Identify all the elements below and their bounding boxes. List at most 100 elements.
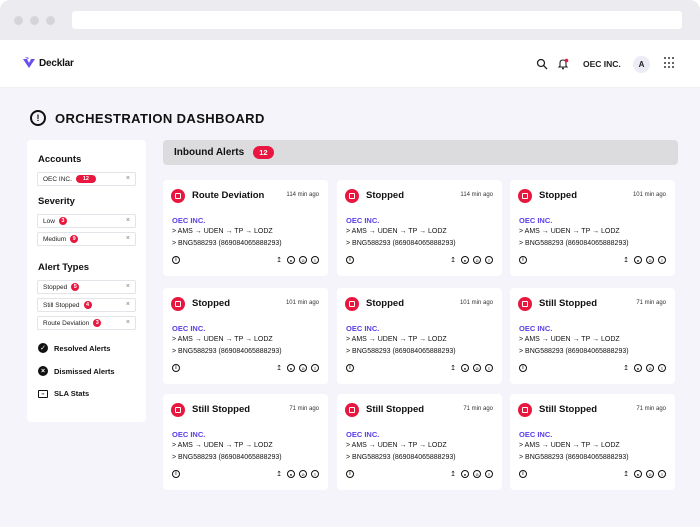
comment-icon[interactable]: ≡ <box>311 470 319 478</box>
remove-icon[interactable]: × <box>126 235 130 242</box>
comment-icon[interactable]: ≡ <box>311 256 319 264</box>
filter-chip-still-stopped[interactable]: Still Stopped 4 × <box>37 298 136 312</box>
filter-chip-account[interactable]: OEC INC. 12 × <box>37 172 136 186</box>
comment-icon[interactable]: ≡ <box>658 256 666 264</box>
alert-card[interactable]: Stopped 101 min ago OEC INC. > AMS → UDE… <box>510 180 675 276</box>
page-title-text: ORCHESTRATION DASHBOARD <box>55 110 265 126</box>
escalate-icon[interactable]: ↥ <box>275 470 283 478</box>
info-icon[interactable]: i <box>346 470 354 478</box>
alert-card[interactable]: Still Stopped 71 min ago OEC INC. > AMS … <box>510 394 675 490</box>
card-actions: ↥ ● ⊘ ≡ <box>449 364 493 372</box>
dismiss-icon[interactable]: ⊘ <box>473 256 481 264</box>
alert-card[interactable]: Still Stopped 71 min ago OEC INC. > AMS … <box>510 288 675 384</box>
alert-card[interactable]: Route Deviation 114 min ago OEC INC. > A… <box>163 180 328 276</box>
escalate-icon[interactable]: ↥ <box>622 470 630 478</box>
window-dot <box>46 16 55 25</box>
escalate-icon[interactable]: ↥ <box>275 364 283 372</box>
count-badge: 5 <box>71 283 80 291</box>
info-icon[interactable]: i <box>519 256 527 264</box>
alert-type-icon <box>518 189 532 203</box>
count-badge: 3 <box>58 217 67 225</box>
info-icon[interactable]: i <box>346 256 354 264</box>
info-icon[interactable]: i <box>172 470 180 478</box>
info-icon[interactable]: i <box>172 364 180 372</box>
resolve-icon[interactable]: ● <box>461 364 469 372</box>
escalate-icon[interactable]: ↥ <box>449 470 457 478</box>
resolve-icon[interactable]: ● <box>461 256 469 264</box>
alert-time: 114 min ago <box>286 192 319 198</box>
alert-route: > AMS → UDEN → TP → LODZ <box>172 442 273 449</box>
link-label: Resolved Alerts <box>54 343 111 353</box>
count-badge: 3 <box>93 319 102 327</box>
alert-time: 114 min ago <box>460 192 493 198</box>
resolve-icon[interactable]: ● <box>634 364 642 372</box>
bell-icon[interactable] <box>557 58 569 70</box>
apps-grid-icon[interactable] <box>664 57 676 69</box>
comment-icon[interactable]: ≡ <box>311 364 319 372</box>
filter-chip-severity-medium[interactable]: Medium 9 × <box>37 232 136 246</box>
dismiss-icon[interactable]: ⊘ <box>299 470 307 478</box>
search-icon[interactable] <box>536 58 548 70</box>
alert-card[interactable]: Stopped 101 min ago OEC INC. > AMS → UDE… <box>337 288 502 384</box>
filter-chip-route-deviation[interactable]: Route Deviation 3 × <box>37 316 136 330</box>
resolve-icon[interactable]: ● <box>634 470 642 478</box>
escalate-icon[interactable]: ↥ <box>622 364 630 372</box>
alert-route: > AMS → UDEN → TP → LODZ <box>346 336 447 343</box>
inbound-alerts-label: Inbound Alerts <box>174 147 245 158</box>
count-badge: 9 <box>70 235 79 243</box>
alert-time: 101 min ago <box>632 192 666 198</box>
resolve-icon[interactable]: ● <box>287 470 295 478</box>
alert-device: > BNG588293 (869084065888293) <box>172 454 282 461</box>
info-icon[interactable]: i <box>346 364 354 372</box>
resolve-icon[interactable]: ● <box>287 364 295 372</box>
dismissed-alerts-link[interactable]: × Dismissed Alerts <box>38 366 115 376</box>
alert-type-icon <box>518 297 532 311</box>
resolve-icon[interactable]: ● <box>634 256 642 264</box>
window-dot <box>30 16 39 25</box>
alert-card[interactable]: Stopped 101 min ago OEC INC. > AMS → UDE… <box>163 288 328 384</box>
alert-title: Stopped <box>539 190 577 201</box>
comment-icon[interactable]: ≡ <box>658 364 666 372</box>
brand-logo[interactable]: Decklar <box>22 57 74 69</box>
alert-device: > BNG588293 (869084065888293) <box>346 348 456 355</box>
dismiss-icon[interactable]: ⊘ <box>646 256 654 264</box>
sla-stats-link[interactable]: ▪▪ SLA Stats <box>38 389 89 398</box>
dismiss-icon[interactable]: ⊘ <box>473 364 481 372</box>
alert-route: > AMS → UDEN → TP → LODZ <box>519 442 620 449</box>
escalate-icon[interactable]: ↥ <box>275 256 283 264</box>
dismiss-icon[interactable]: ⊘ <box>646 470 654 478</box>
dismiss-icon[interactable]: ⊘ <box>299 364 307 372</box>
resolve-icon[interactable]: ● <box>287 256 295 264</box>
resolve-icon[interactable]: ● <box>461 470 469 478</box>
filter-chip-severity-low[interactable]: Low 3 × <box>37 214 136 228</box>
comment-icon[interactable]: ≡ <box>485 256 493 264</box>
escalate-icon[interactable]: ↥ <box>449 256 457 264</box>
address-bar[interactable] <box>72 11 682 29</box>
comment-icon[interactable]: ≡ <box>485 470 493 478</box>
escalate-icon[interactable]: ↥ <box>622 256 630 264</box>
alert-title: Still Stopped <box>366 404 425 415</box>
resolved-alerts-link[interactable]: ✓ Resolved Alerts <box>38 343 110 353</box>
avatar[interactable]: A <box>633 56 650 73</box>
alert-card[interactable]: Still Stopped 71 min ago OEC INC. > AMS … <box>163 394 328 490</box>
remove-icon[interactable]: × <box>126 301 130 308</box>
remove-icon[interactable]: × <box>126 217 130 224</box>
comment-icon[interactable]: ≡ <box>658 470 666 478</box>
main-area: ! ORCHESTRATION DASHBOARD Accounts OEC I… <box>0 88 700 527</box>
escalate-icon[interactable]: ↥ <box>449 364 457 372</box>
org-name[interactable]: OEC INC. <box>583 59 621 69</box>
comment-icon[interactable]: ≡ <box>485 364 493 372</box>
alert-card[interactable]: Still Stopped 71 min ago OEC INC. > AMS … <box>337 394 502 490</box>
browser-chrome <box>0 0 700 40</box>
alert-card[interactable]: Stopped 114 min ago OEC INC. > AMS → UDE… <box>337 180 502 276</box>
info-icon[interactable]: i <box>172 256 180 264</box>
remove-icon[interactable]: × <box>126 319 130 326</box>
filter-chip-stopped[interactable]: Stopped 5 × <box>37 280 136 294</box>
remove-icon[interactable]: × <box>126 175 130 182</box>
dismiss-icon[interactable]: ⊘ <box>299 256 307 264</box>
info-icon[interactable]: i <box>519 364 527 372</box>
info-icon[interactable]: i <box>519 470 527 478</box>
dismiss-icon[interactable]: ⊘ <box>473 470 481 478</box>
dismiss-icon[interactable]: ⊘ <box>646 364 654 372</box>
remove-icon[interactable]: × <box>126 283 130 290</box>
